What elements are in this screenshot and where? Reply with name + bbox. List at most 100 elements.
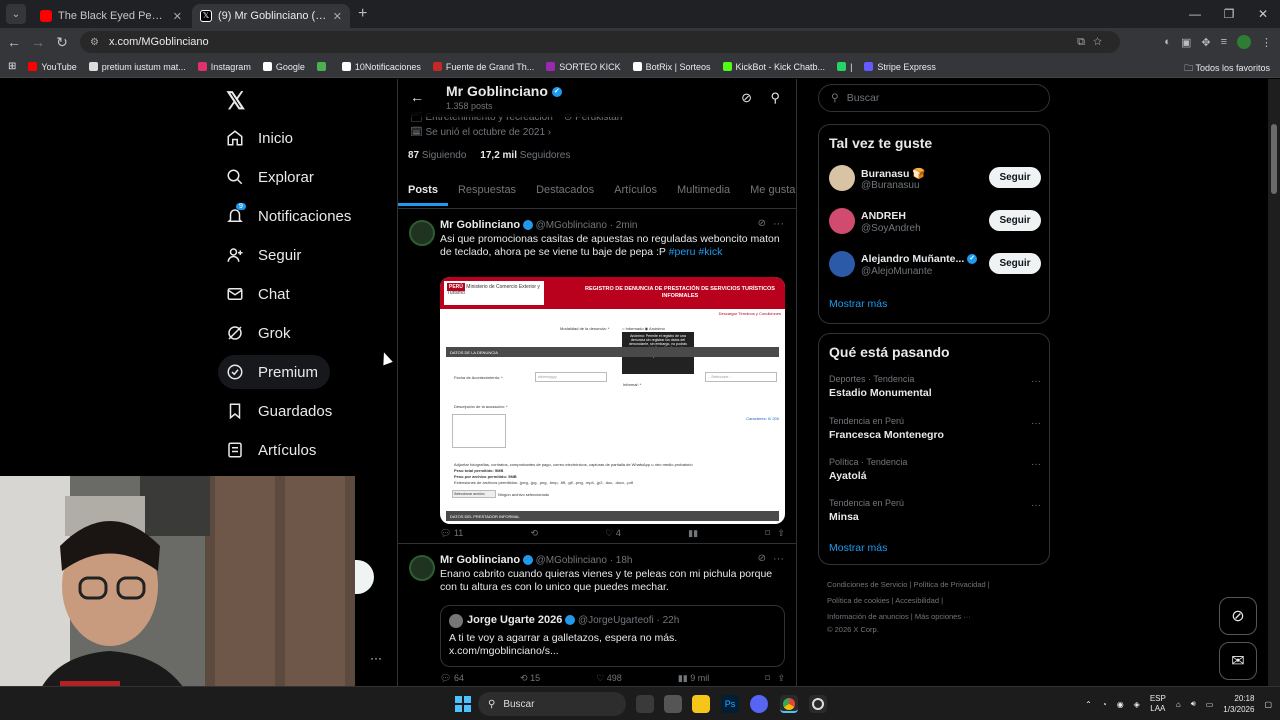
forward-button[interactable]: → <box>26 34 50 50</box>
nav-notificaciones[interactable]: 9 Notificaciones <box>218 199 363 233</box>
notification-icon[interactable]: ▢ <box>1264 700 1272 709</box>
share-icon[interactable]: ⇪ <box>777 673 785 683</box>
tray-app-icon[interactable]: ◉ <box>1117 700 1124 709</box>
tweet-author-name[interactable]: Mr Goblinciano <box>440 554 520 566</box>
bookmark-icon[interactable]: ⌑ <box>765 673 770 683</box>
tab-respuestas[interactable]: Respuestas <box>448 173 526 208</box>
nav-inicio[interactable]: Inicio <box>218 121 305 155</box>
bookmark-item[interactable]: Instagram <box>197 62 251 72</box>
tab-destacados[interactable]: Destacados <box>526 173 604 208</box>
chrome-icon[interactable] <box>780 695 798 713</box>
nav-chat[interactable]: Chat <box>218 277 302 311</box>
tweet-time[interactable]: · 2min <box>610 220 638 231</box>
x-logo-icon[interactable]: 𝕏 <box>226 87 245 116</box>
close-window-button[interactable]: ✕ <box>1246 0 1280 28</box>
more-options-icon[interactable]: ··· <box>1031 376 1041 387</box>
bookmark-item[interactable]: 10Notificaciones <box>341 62 421 72</box>
tweet[interactable]: Mr Goblinciano ✓ @MGoblinciano · 18h ⊘ ·… <box>398 545 796 686</box>
puzzle-icon[interactable]: ✥ <box>1201 36 1210 49</box>
profile-avatar[interactable] <box>1237 35 1251 49</box>
bookmark-item[interactable]: YouTube <box>28 62 77 72</box>
more-options-icon[interactable]: ··· <box>1031 459 1041 470</box>
bookmark-item[interactable]: Stripe Express <box>864 62 936 72</box>
app-icon[interactable] <box>809 695 827 713</box>
tab-posts[interactable]: Posts <box>398 173 448 206</box>
views-button[interactable]: ▮▮ 9 mil <box>678 673 709 684</box>
chevron-up-icon[interactable]: ⌃ <box>1085 700 1092 709</box>
footer-line[interactable]: Condiciones de Servicio | Política de Pr… <box>827 577 1047 593</box>
tab-me-gusta[interactable]: Me gusta <box>740 173 805 208</box>
app-icon[interactable] <box>664 695 682 713</box>
trend-item[interactable]: Tendencia en Perú Francesca Montenegro ·… <box>829 416 1041 441</box>
extension-icon[interactable]: ◐ <box>1164 36 1171 48</box>
retweet-button[interactable]: ⟲ <box>531 528 539 539</box>
follow-button[interactable]: Seguir <box>989 253 1041 274</box>
avatar[interactable] <box>409 555 435 581</box>
suggestion-item[interactable]: Buranasu 🍞 @Buranasuu Seguir <box>829 165 1041 195</box>
more-options-icon[interactable]: ··· <box>773 553 784 565</box>
task-view-icon[interactable] <box>636 695 654 713</box>
more-options-icon[interactable]: ··· <box>773 218 784 230</box>
follow-button[interactable]: Seguir <box>989 210 1041 231</box>
quoted-link[interactable]: x.com/mgoblinciano/s... <box>449 645 677 658</box>
bookmark-item[interactable]: pretium iustum mat... <box>88 62 186 72</box>
nav-premium[interactable]: Premium <box>218 355 330 389</box>
trend-item[interactable]: Tendencia en Perú Minsa ··· <box>829 498 1041 523</box>
tweet-author-handle[interactable]: @MGoblinciano <box>536 220 607 231</box>
tray-app-icon[interactable]: ◈ <box>1134 700 1140 709</box>
tweet-hashtags[interactable]: #peru #kick <box>669 246 723 258</box>
quoted-tweet[interactable]: Jorge Ugarte 2026 ✓ @JorgeUgarteofi · 22… <box>440 605 785 667</box>
file-explorer-icon[interactable] <box>692 695 710 713</box>
media-icon[interactable]: ≡ <box>1221 36 1227 48</box>
close-tab-icon[interactable]: ✕ <box>333 10 342 23</box>
bookmark-icon[interactable]: ⌑ <box>765 528 770 538</box>
bookmark-item[interactable]: Google <box>262 62 305 72</box>
back-button[interactable]: ← <box>2 34 26 50</box>
tab-articulos[interactable]: Artículos <box>604 173 667 208</box>
like-button[interactable]: ♡ 498 <box>596 673 622 684</box>
all-bookmarks-folder[interactable]: 🗀 Todos los favoritos <box>1184 61 1270 77</box>
battery-icon[interactable]: ▭ <box>1206 700 1214 709</box>
tweet-author-name[interactable]: Mr Goblinciano <box>440 219 520 231</box>
discord-icon[interactable] <box>750 695 768 713</box>
minimize-button[interactable]: — <box>1178 0 1212 28</box>
bookmark-item[interactable]: KickBot - Kick Chatb... <box>722 62 825 72</box>
views-button[interactable]: ▮▮ <box>688 528 698 539</box>
more-options-icon[interactable]: ··· <box>1031 500 1041 511</box>
menu-icon[interactable]: ⋮ <box>1261 36 1272 49</box>
tab-multimedia[interactable]: Multimedia <box>667 173 740 208</box>
volume-icon[interactable]: 🔊︎ <box>1191 699 1196 709</box>
language-indicator[interactable]: ESP LAA <box>1150 694 1166 714</box>
bookmark-star-icon[interactable]: ⧉☆ <box>1077 36 1110 49</box>
avatar[interactable] <box>409 220 435 246</box>
following-link[interactable]: 87 Siguiendo <box>408 150 466 161</box>
site-info-icon[interactable]: ⚙ <box>90 37 99 48</box>
taskbar-search[interactable]: ⚲ Buscar <box>478 692 626 716</box>
scrollbar-thumb[interactable] <box>1271 124 1277 194</box>
footer-line[interactable]: Política de cookies | Accesibilidad | <box>827 593 1047 609</box>
windows-start-button[interactable] <box>455 696 471 712</box>
nav-articulos[interactable]: Artículos <box>218 433 328 467</box>
messages-floating-button[interactable]: ✉ <box>1219 642 1257 680</box>
like-button[interactable]: ♡ 4 <box>605 528 621 539</box>
nav-seguir[interactable]: Seguir <box>218 238 313 272</box>
follow-button[interactable]: Seguir <box>989 167 1041 188</box>
browser-tab[interactable]: The Black Eyed Peas - Where Is ✕ <box>32 4 190 28</box>
close-tab-icon[interactable]: ✕ <box>173 10 182 23</box>
reply-button[interactable]: 💬︎ 64 <box>440 673 464 684</box>
maximize-button[interactable]: ❐ <box>1212 0 1246 28</box>
grok-floating-button[interactable]: ⊘ <box>1219 597 1257 635</box>
suggestion-item[interactable]: ANDREH @SoyAndreh Seguir <box>829 208 1041 238</box>
tweet-author-handle[interactable]: @MGoblinciano <box>536 555 607 566</box>
bookmark-item[interactable]: BotRix | Sorteos <box>632 62 711 72</box>
trend-item[interactable]: Deportes · Tendencia Estadio Monumental … <box>829 374 1041 399</box>
tweet-image[interactable]: PERÚ Ministerio de Comercio Exterior y T… <box>440 277 785 524</box>
tweet[interactable]: Mr Goblinciano ✓ @MGoblinciano · 2min ⊘ … <box>398 210 796 544</box>
account-more-icon[interactable]: ··· <box>370 651 382 665</box>
nav-guardados[interactable]: Guardados <box>218 394 344 428</box>
extension-icon[interactable]: ▣ <box>1181 36 1191 49</box>
search-icon[interactable]: ⚲ <box>770 90 780 106</box>
new-tab-button[interactable]: + <box>358 5 367 23</box>
grok-icon[interactable]: ⊘ <box>758 218 766 229</box>
footer-line[interactable]: Información de anuncios | Más opciones ·… <box>827 609 1047 625</box>
